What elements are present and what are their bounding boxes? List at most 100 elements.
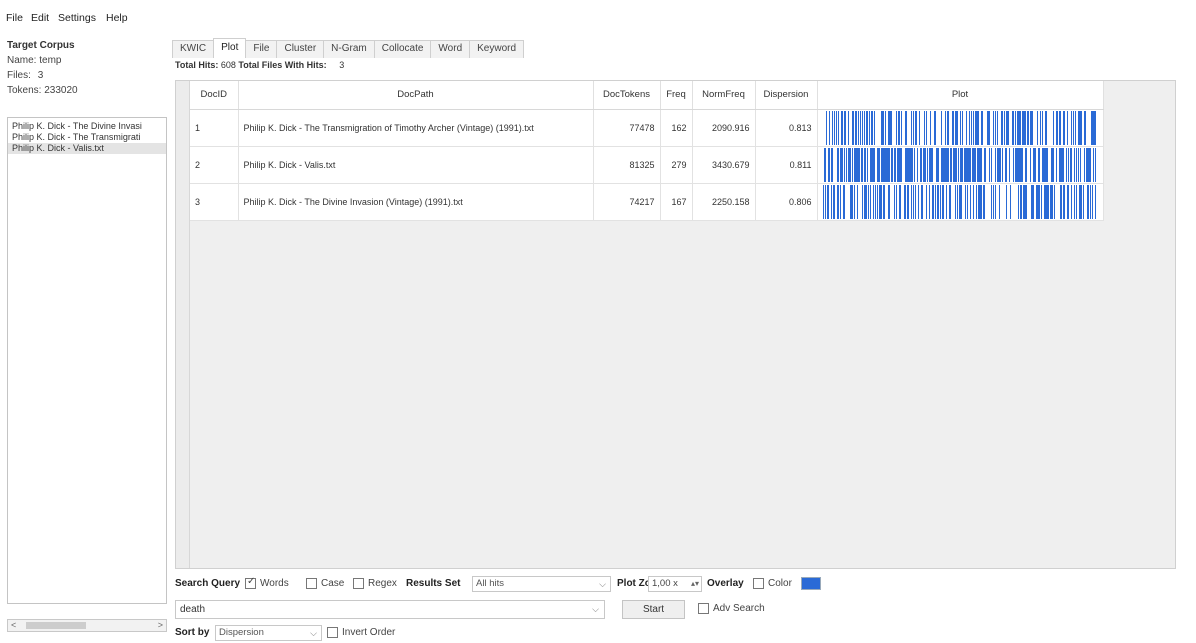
hit-mark bbox=[861, 184, 863, 219]
column-header-freq[interactable]: Freq bbox=[660, 81, 693, 110]
scrollbar-thumb[interactable] bbox=[26, 622, 86, 629]
regex-checkbox[interactable] bbox=[353, 578, 364, 589]
adv-search-checkbox[interactable] bbox=[698, 603, 709, 614]
corpus-panel: Target Corpus Name: temp Files: 3 Tokens… bbox=[0, 34, 170, 643]
hit-mark bbox=[1006, 110, 1008, 145]
tab-ngram[interactable]: N-Gram bbox=[323, 40, 375, 58]
scroll-left-icon[interactable]: < bbox=[11, 620, 16, 631]
hit-mark bbox=[1039, 110, 1041, 145]
hit-mark bbox=[853, 147, 855, 182]
hit-mark bbox=[1014, 110, 1016, 145]
hit-mark bbox=[908, 147, 910, 182]
hit-mark bbox=[824, 184, 826, 219]
menu-file[interactable]: File bbox=[6, 12, 23, 24]
spinner-arrows-icon[interactable]: ▴▾ bbox=[691, 577, 699, 591]
hit-mark bbox=[936, 184, 938, 219]
words-checkbox[interactable] bbox=[245, 576, 256, 589]
file-list-scrollbar[interactable]: < > bbox=[7, 619, 167, 632]
start-button[interactable]: Start bbox=[622, 600, 685, 619]
hit-mark bbox=[919, 147, 921, 182]
hit-mark bbox=[980, 147, 982, 182]
corpus-file-item[interactable]: Philip K. Dick - Valis.txt bbox=[8, 143, 166, 154]
corpus-name: Name: temp bbox=[7, 55, 61, 66]
tab-plot[interactable]: Plot bbox=[213, 38, 247, 58]
search-query-input[interactable]: death ⌵ bbox=[175, 600, 605, 619]
table-row[interactable]: 2 Philip K. Dick - Valis.txt 81325 279 3… bbox=[190, 146, 1104, 184]
hit-mark bbox=[963, 147, 965, 182]
hit-mark bbox=[1070, 110, 1072, 145]
column-header-normfreq[interactable]: NormFreq bbox=[692, 81, 756, 110]
corpus-name-value: temp bbox=[39, 55, 62, 66]
search-query-label: Search Query bbox=[175, 578, 241, 589]
hit-mark bbox=[824, 147, 826, 182]
hit-mark bbox=[1015, 147, 1017, 182]
hit-mark bbox=[1051, 184, 1053, 219]
case-checkbox[interactable] bbox=[306, 578, 317, 589]
hit-mark bbox=[1092, 110, 1094, 145]
corpus-file-item[interactable]: Philip K. Dick - The Divine Invasi bbox=[8, 121, 166, 132]
corpus-file-item[interactable]: Philip K. Dick - The Transmigrati bbox=[8, 132, 166, 143]
results-set-select[interactable]: All hits ⌵ bbox=[472, 576, 611, 592]
chevron-down-icon[interactable]: ⌵ bbox=[592, 601, 599, 618]
hit-mark bbox=[1051, 147, 1053, 182]
menu-edit[interactable]: Edit bbox=[31, 12, 49, 24]
hit-mark bbox=[920, 147, 922, 182]
hit-mark bbox=[831, 110, 833, 145]
hit-mark bbox=[1026, 110, 1028, 145]
hit-mark bbox=[881, 110, 883, 145]
tab-cluster[interactable]: Cluster bbox=[276, 40, 325, 58]
hit-mark bbox=[972, 147, 974, 182]
column-header-doctokens[interactable]: DocTokens bbox=[593, 81, 661, 110]
menu-help[interactable]: Help bbox=[106, 12, 128, 24]
hit-mark bbox=[1091, 110, 1093, 145]
hit-mark bbox=[1059, 110, 1061, 145]
hit-mark bbox=[1079, 147, 1081, 182]
sort-by-select[interactable]: Dispersion ⌵ bbox=[215, 625, 322, 641]
query-row: death ⌵ Start Adv Search bbox=[175, 598, 1175, 620]
hit-mark bbox=[1052, 147, 1054, 182]
hit-mark bbox=[1046, 147, 1048, 182]
hit-mark bbox=[899, 184, 901, 219]
hit-mark bbox=[843, 147, 845, 182]
column-header-docid[interactable]: DocID bbox=[190, 81, 239, 110]
tab-kwic[interactable]: KWIC bbox=[172, 40, 215, 58]
hit-mark bbox=[966, 184, 968, 219]
hit-mark bbox=[943, 147, 945, 182]
tab-keyword[interactable]: Keyword bbox=[469, 40, 525, 58]
hit-mark bbox=[837, 110, 839, 145]
hit-mark bbox=[1066, 184, 1068, 219]
tab-collocate[interactable]: Collocate bbox=[373, 40, 432, 58]
hit-mark bbox=[1009, 184, 1011, 219]
tab-word[interactable]: Word bbox=[430, 40, 471, 58]
search-options-row: Search Query Words Case Regex Results Se… bbox=[175, 575, 1175, 593]
hit-mark bbox=[970, 110, 972, 145]
hit-mark bbox=[1061, 147, 1063, 182]
hit-mark bbox=[1093, 110, 1095, 145]
scroll-right-icon[interactable]: > bbox=[158, 620, 163, 631]
hit-mark bbox=[1000, 110, 1002, 145]
hit-mark bbox=[999, 147, 1001, 182]
table-row[interactable]: 1 Philip K. Dick - The Transmigration of… bbox=[190, 109, 1104, 147]
hit-mark bbox=[849, 184, 851, 219]
hit-mark bbox=[876, 184, 878, 219]
color-swatch[interactable] bbox=[801, 577, 821, 590]
tab-file[interactable]: File bbox=[245, 40, 278, 58]
column-header-docpath[interactable]: DocPath bbox=[238, 81, 594, 110]
cell-docid: 2 bbox=[190, 146, 239, 184]
hit-mark bbox=[1019, 184, 1021, 219]
hit-mark bbox=[849, 147, 851, 182]
chevron-down-icon: ⌵ bbox=[599, 579, 606, 589]
overlay-checkbox[interactable] bbox=[753, 578, 764, 589]
table-row[interactable]: 3 Philip K. Dick - The Divine Invasion (… bbox=[190, 183, 1104, 221]
hit-mark bbox=[974, 110, 976, 145]
hit-mark bbox=[1043, 184, 1045, 219]
hit-mark bbox=[1086, 184, 1088, 219]
corpus-file-list[interactable]: Philip K. Dick - The Divine Invasi Phili… bbox=[7, 117, 167, 604]
column-header-dispersion[interactable]: Dispersion bbox=[755, 81, 818, 110]
hit-mark bbox=[1036, 110, 1038, 145]
menu-settings[interactable]: Settings bbox=[58, 12, 96, 24]
menu-bar: File Edit Settings Help bbox=[0, 0, 1196, 34]
plot-zoom-spinner[interactable]: 1,00 x ▴▾ bbox=[648, 576, 702, 592]
column-header-plot[interactable]: Plot bbox=[817, 81, 1104, 110]
invert-order-checkbox[interactable] bbox=[327, 627, 338, 638]
